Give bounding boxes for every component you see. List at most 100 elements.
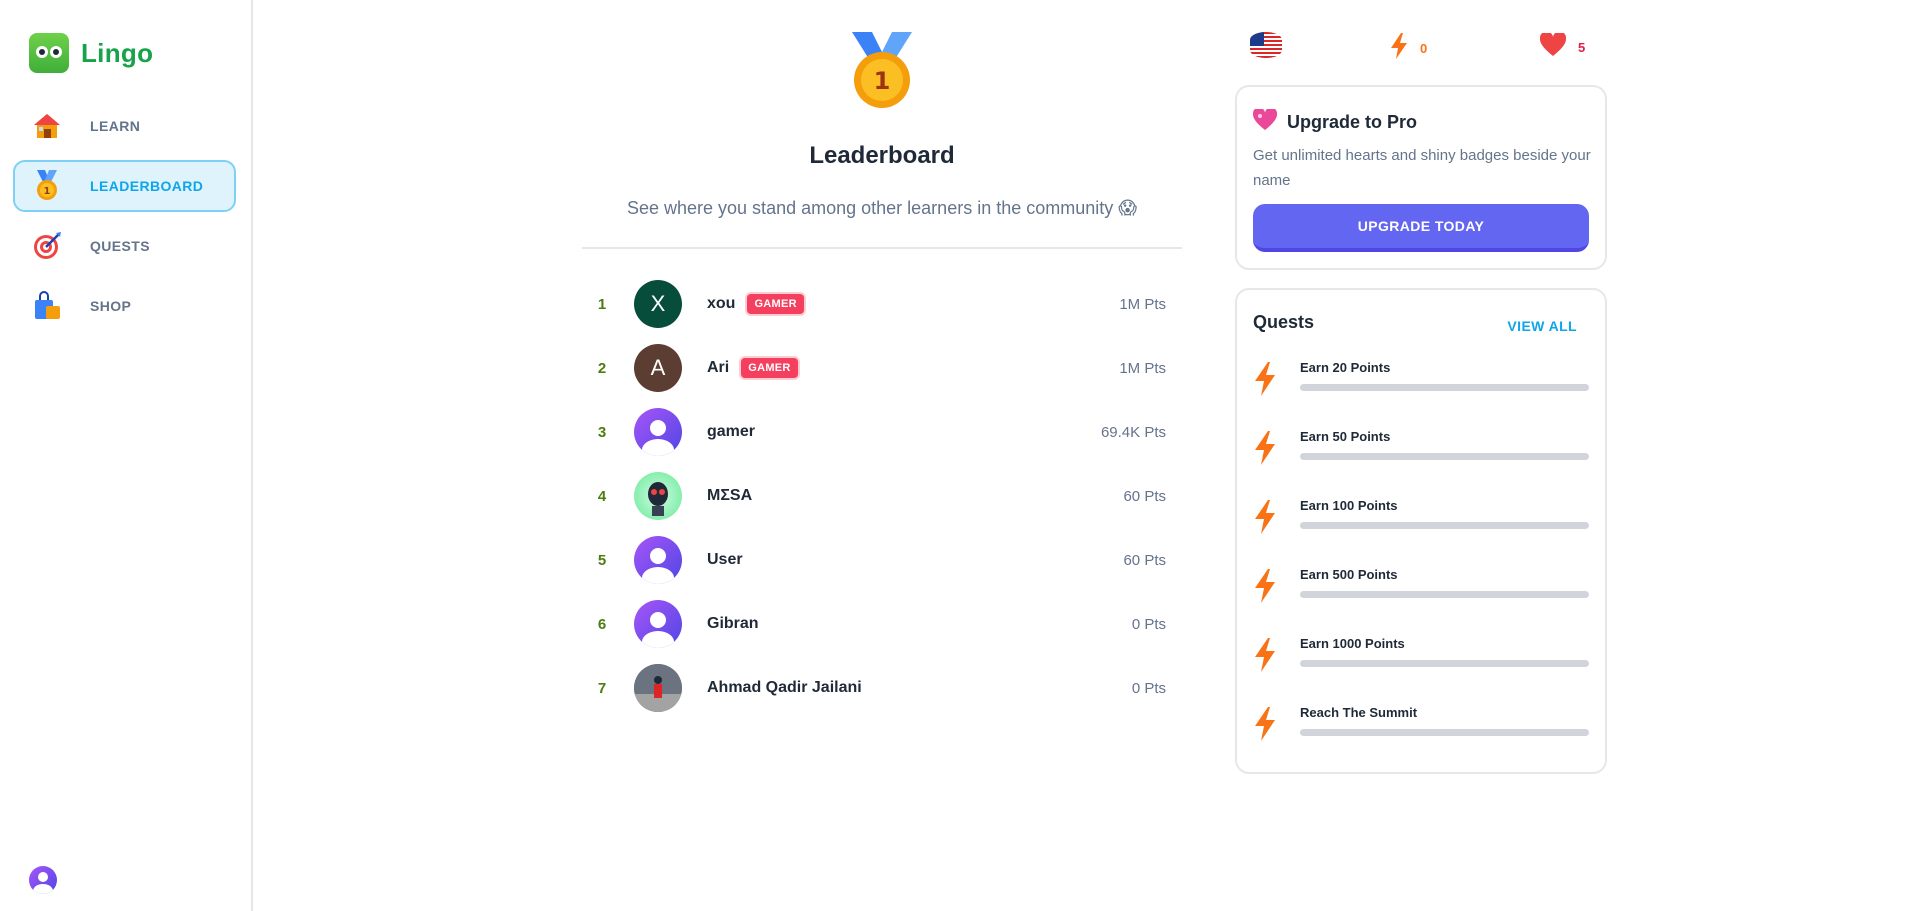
quest-progress-bar — [1300, 591, 1589, 598]
sidebar: Lingo LEARN 1 LEADERBOARD QUESTS SHOP — [0, 0, 253, 911]
sidebar-item-label: QUESTS — [90, 238, 150, 254]
quests-title: Quests — [1253, 312, 1315, 332]
upgrade-today-button[interactable]: UPGRADE TODAY — [1253, 204, 1589, 252]
avatar: X — [634, 280, 682, 328]
pro-description: Get unlimited hearts and shiny badges be… — [1253, 147, 1591, 189]
rank: 2 — [597, 359, 607, 377]
svg-text:1: 1 — [874, 67, 891, 95]
app-name: Lingo — [81, 37, 154, 68]
user-name: Gibran — [707, 615, 759, 632]
rank: 6 — [597, 615, 607, 633]
leaderboard-row[interactable]: 1 X xou GAMER 1M Pts — [582, 272, 1182, 336]
quest-progress-bar — [1300, 522, 1589, 529]
avatar — [634, 664, 682, 712]
avatar — [634, 408, 682, 456]
rank: 5 — [597, 551, 607, 569]
app: Lingo LEARN 1 LEADERBOARD QUESTS SHOP 1 … — [0, 0, 1916, 911]
quests-card: Quests VIEW ALL Earn 20 Points Earn 50 Po… — [1235, 288, 1607, 774]
points: 1M Pts — [1119, 295, 1166, 313]
medal-icon: 1 — [846, 30, 918, 110]
sidebar-item-quests[interactable]: QUESTS — [13, 220, 236, 272]
sidebar-item-shop[interactable]: SHOP — [13, 280, 236, 332]
avatar — [634, 472, 682, 520]
sidebar-item-label: SHOP — [90, 298, 132, 314]
gamer-badge: GAMER — [747, 294, 804, 314]
lightning-icon — [1253, 431, 1283, 465]
quest-item[interactable]: Earn 1000 Points — [1253, 636, 1589, 705]
leaderboard-row[interactable]: 5 User 60 Pts — [582, 528, 1182, 592]
lightning-icon — [1253, 500, 1283, 534]
user-profile-avatar[interactable] — [29, 866, 57, 894]
sidebar-item-label: LEADERBOARD — [90, 178, 204, 194]
page-subtitle: See where you stand among other learners… — [626, 198, 1138, 218]
quest-name: Earn 20 Points — [1300, 360, 1391, 375]
user-name: Ahmad Qadir Jailani — [707, 679, 862, 696]
sparkling-heart-icon — [1252, 107, 1278, 136]
quest-progress-bar — [1300, 453, 1589, 460]
user-name: gamer — [707, 423, 756, 440]
leaderboard-row[interactable]: 6 Gibran 0 Pts — [582, 592, 1182, 656]
upgrade-pro-card: Upgrade to Pro Get unlimited hearts and … — [1235, 85, 1607, 270]
streak-value: 0 — [1420, 41, 1428, 56]
quest-item[interactable]: Earn 500 Points — [1253, 567, 1589, 636]
divider — [582, 247, 1182, 249]
page-title: Leaderboard — [809, 142, 955, 169]
quest-name: Earn 100 Points — [1300, 498, 1398, 513]
heart-icon — [1539, 31, 1567, 62]
hearts-value: 5 — [1578, 40, 1586, 55]
shopping-bag-icon — [31, 290, 63, 322]
rank: 7 — [597, 679, 607, 697]
house-icon — [31, 110, 63, 142]
view-all-link[interactable]: VIEW ALL — [1507, 318, 1577, 334]
quest-progress-bar — [1300, 660, 1589, 667]
medal-icon: 1 — [31, 170, 63, 202]
pro-header: Upgrade to Pro — [1252, 107, 1418, 136]
user-name: MΣSA — [707, 487, 753, 504]
sidebar-item-learn[interactable]: LEARN — [13, 100, 236, 152]
leaderboard-list: 1 X xou GAMER 1M Pts 2 A Ari GAMER 1M Pt… — [582, 272, 1182, 720]
leaderboard-row[interactable]: 2 A Ari GAMER 1M Pts — [582, 336, 1182, 400]
leaderboard-row[interactable]: 7 Ahmad Qadir Jailani 0 Pts — [582, 656, 1182, 720]
avatar — [634, 600, 682, 648]
points: 60 Pts — [1123, 551, 1166, 569]
rank: 1 — [597, 295, 607, 313]
quest-list: Earn 20 Points Earn 50 Points Earn 100 Poi… — [1253, 360, 1589, 774]
points: 0 Pts — [1131, 679, 1166, 697]
streak-counter[interactable]: 0 — [1390, 33, 1427, 64]
avatar — [634, 536, 682, 584]
quest-item[interactable]: Reach The Summit — [1253, 705, 1589, 774]
pro-title: Upgrade to Pro — [1287, 112, 1418, 132]
user-name: Ari — [707, 359, 730, 376]
points: 60 Pts — [1123, 487, 1166, 505]
user-stats-bar: 0 5 — [1250, 31, 1590, 64]
quest-name: Reach The Summit — [1300, 705, 1418, 720]
gamer-badge: GAMER — [741, 358, 798, 378]
quest-progress-bar — [1300, 729, 1589, 736]
lightning-icon — [1253, 569, 1283, 603]
leaderboard-row[interactable]: 3 gamer 69.4K Pts — [582, 400, 1182, 464]
avatar: A — [634, 344, 682, 392]
points: 69.4K Pts — [1100, 423, 1166, 441]
user-name: User — [707, 551, 743, 568]
quest-progress-bar — [1300, 384, 1589, 391]
quest-item[interactable]: Earn 100 Points — [1253, 498, 1589, 567]
lightning-icon — [1253, 362, 1283, 396]
hearts-counter[interactable]: 5 — [1539, 31, 1586, 62]
quest-item[interactable]: Earn 50 Points — [1253, 429, 1589, 498]
points: 1M Pts — [1119, 359, 1166, 377]
rank: 4 — [597, 487, 607, 505]
quest-item[interactable]: Earn 20 Points — [1253, 360, 1589, 429]
rank: 3 — [597, 423, 607, 441]
sidebar-item-leaderboard[interactable]: 1 LEADERBOARD — [13, 160, 236, 212]
sidebar-item-label: LEARN — [90, 118, 141, 134]
quest-name: Earn 500 Points — [1300, 567, 1398, 582]
user-name: xou — [707, 295, 736, 312]
leaderboard-row[interactable]: 4 MΣSA 60 Pts — [582, 464, 1182, 528]
quest-name: Earn 50 Points — [1300, 429, 1391, 444]
flag-us-icon[interactable] — [1250, 32, 1282, 58]
svg-text:1: 1 — [44, 186, 51, 197]
target-icon — [31, 230, 63, 262]
lightning-icon — [1253, 707, 1283, 741]
quest-name: Earn 1000 Points — [1300, 636, 1405, 651]
logo[interactable]: Lingo — [29, 33, 153, 73]
